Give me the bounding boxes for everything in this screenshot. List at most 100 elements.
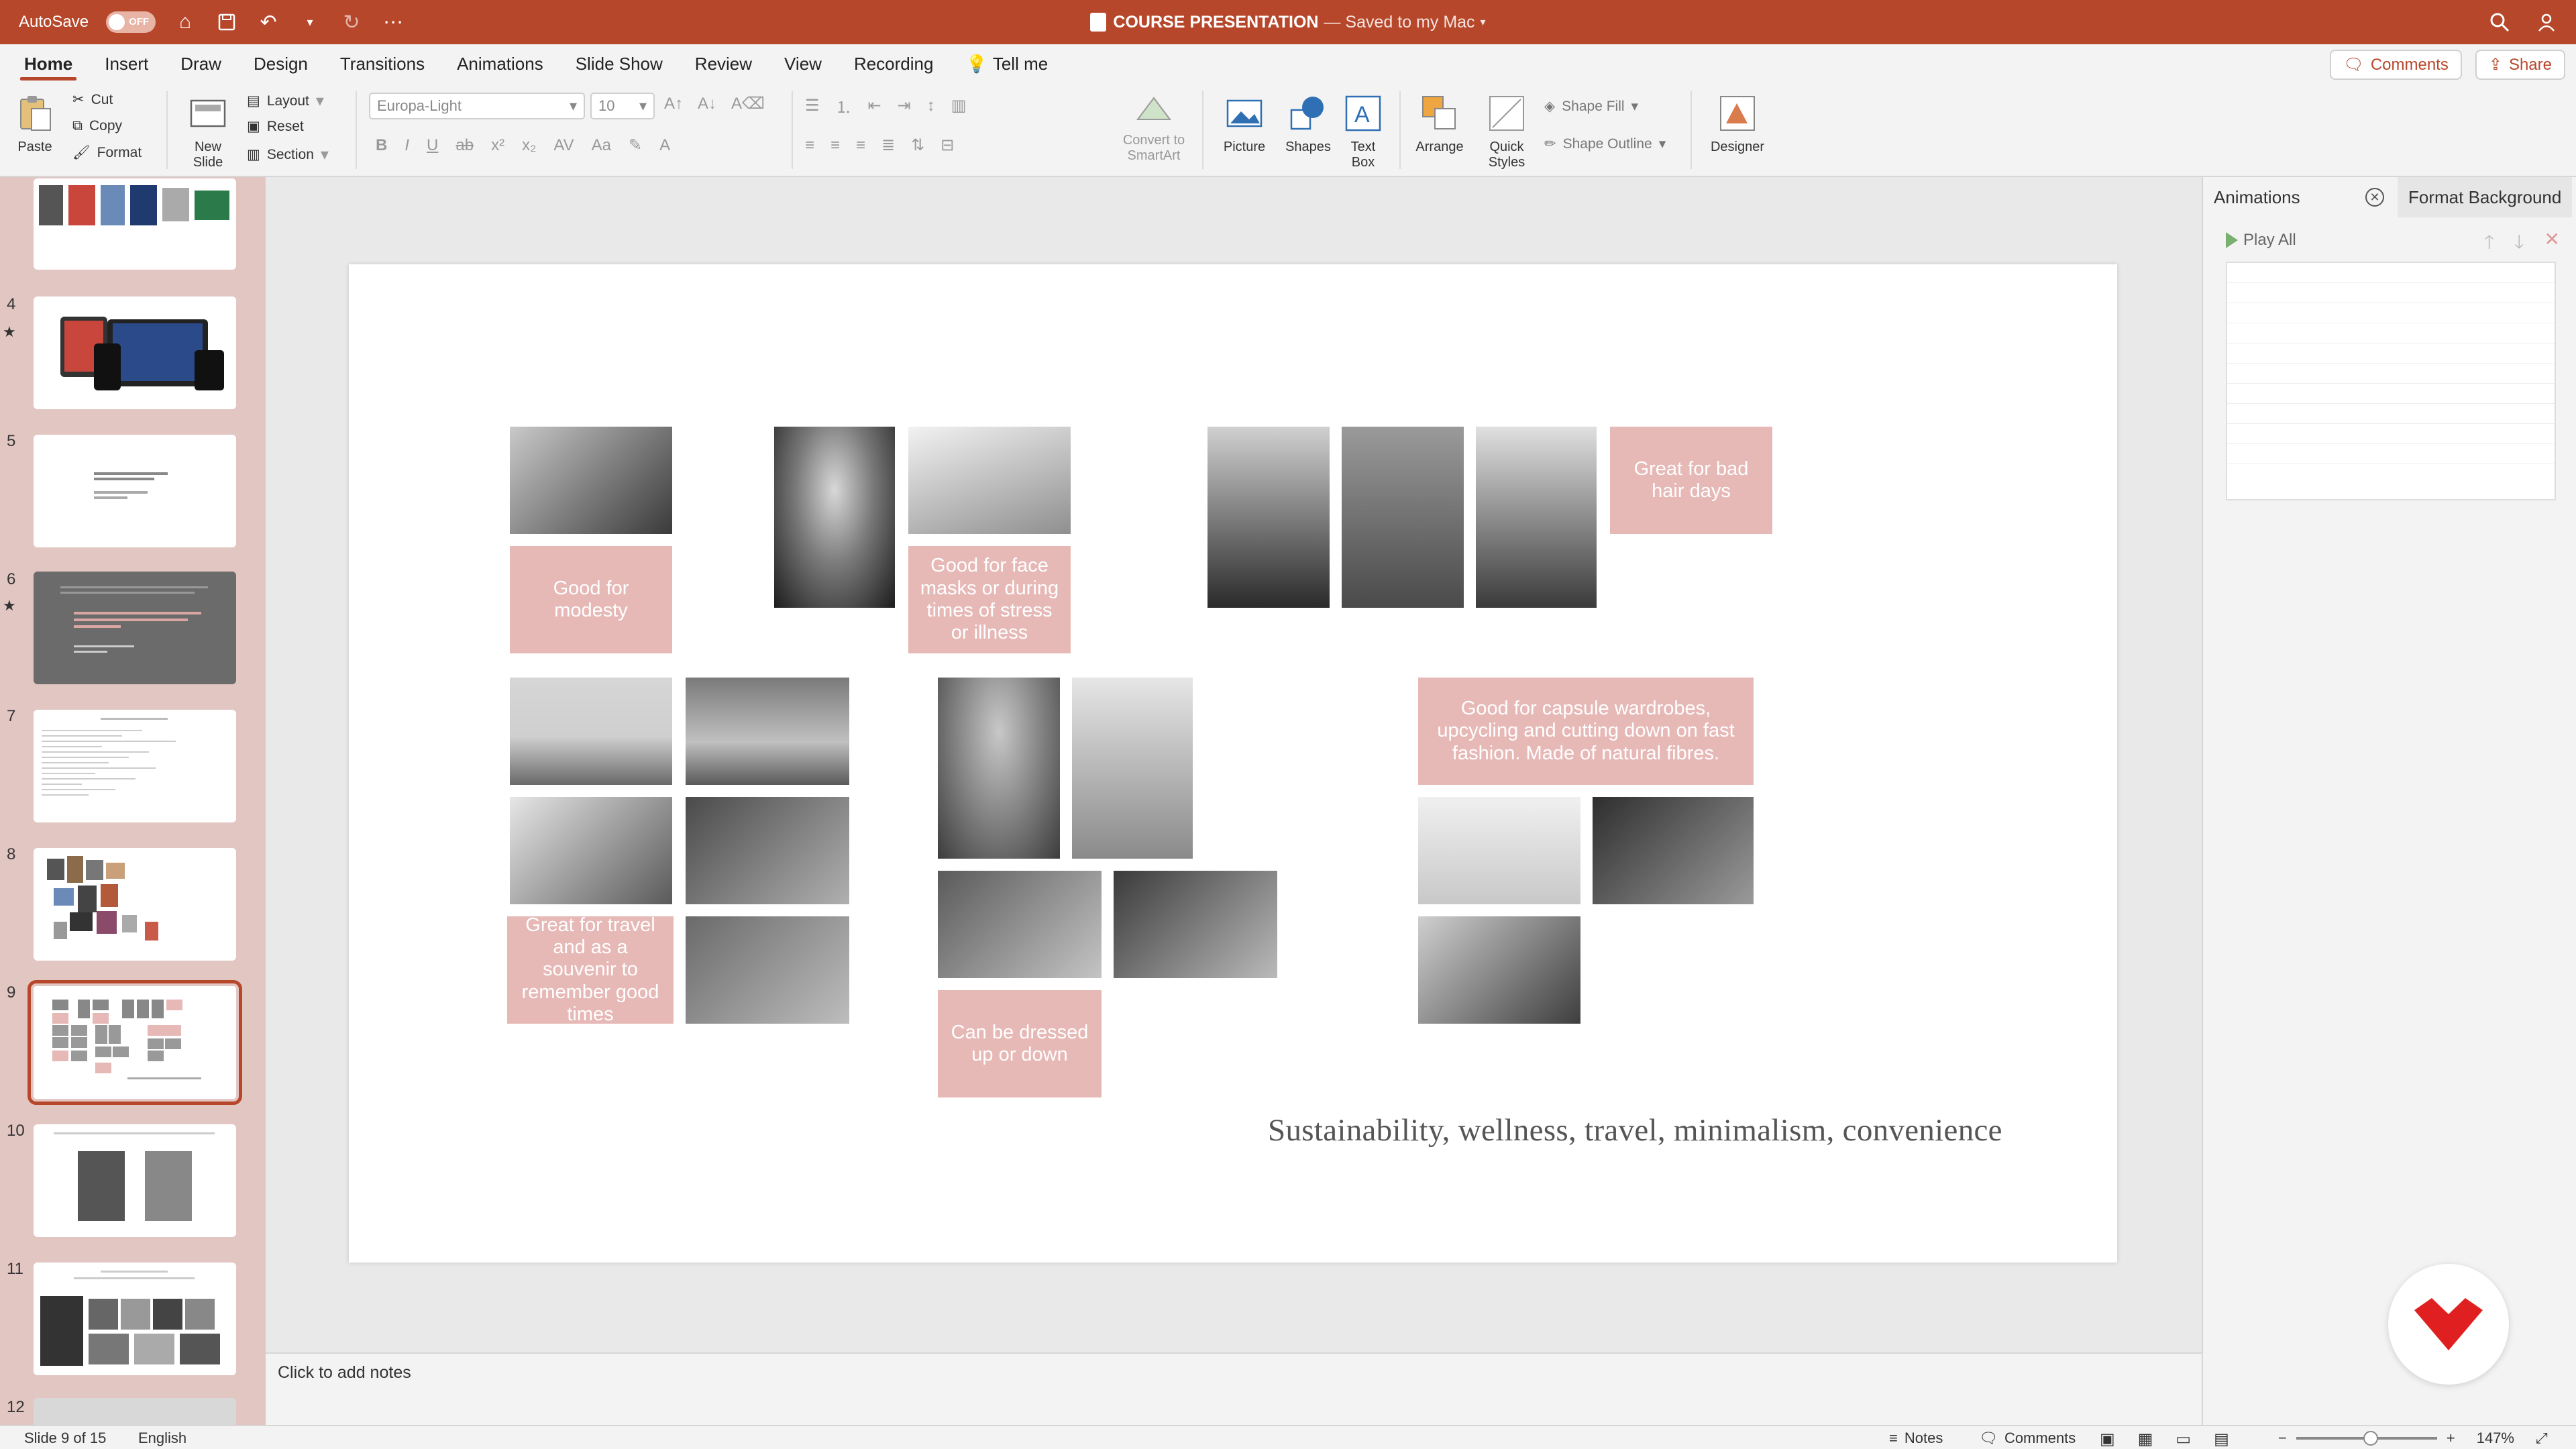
decrease-indent-icon[interactable]: ⇤ <box>868 96 881 115</box>
zoom-level[interactable]: 147% <box>2477 1430 2514 1447</box>
character-spacing-icon[interactable]: AV <box>553 136 574 155</box>
caption-dressed[interactable]: Can be dressed up or down <box>938 990 1102 1097</box>
slide-thumbnail[interactable] <box>34 848 236 961</box>
undo-icon[interactable]: ↶ <box>256 10 280 34</box>
section-button[interactable]: ▥ Section ▾ <box>247 145 329 164</box>
redo-icon[interactable]: ↻ <box>339 10 364 34</box>
layout-button[interactable]: ▤ Layout ▾ <box>247 91 324 111</box>
caption-bad-hair[interactable]: Great for bad hair days <box>1610 427 1772 534</box>
notes-pane[interactable]: Click to add notes <box>266 1352 2202 1425</box>
photo-suitcase[interactable] <box>510 797 672 904</box>
search-icon[interactable] <box>2487 10 2512 34</box>
tab-animations[interactable]: Animations <box>441 44 559 83</box>
tab-review[interactable]: Review <box>679 44 768 83</box>
move-down-icon[interactable]: 🡓 <box>2514 228 2524 260</box>
justify-icon[interactable]: ≣ <box>881 136 895 155</box>
photo-woman-railing[interactable] <box>938 871 1102 978</box>
slide-9[interactable]: Good for modesty Good for face masks or … <box>349 264 2117 1263</box>
cut-button[interactable]: ✂ Cut <box>72 91 113 108</box>
reset-button[interactable]: ▣ Reset <box>247 118 304 135</box>
slide-footer-text[interactable]: Sustainability, wellness, travel, minima… <box>1268 1112 2002 1148</box>
caption-face-masks[interactable]: Good for face masks or during times of s… <box>908 546 1071 653</box>
photo-beach-flag[interactable] <box>510 678 672 785</box>
arrange-button[interactable]: Arrange <box>1409 93 1470 155</box>
change-case-icon[interactable]: Aa <box>592 136 611 155</box>
increase-indent-icon[interactable]: ⇥ <box>898 96 911 115</box>
play-all-button[interactable]: Play All <box>2226 231 2296 250</box>
move-up-icon[interactable]: 🡑 <box>2484 228 2494 260</box>
photo-woman-coat[interactable] <box>938 678 1060 859</box>
language-indicator[interactable]: English <box>138 1430 186 1447</box>
italic-icon[interactable]: I <box>405 136 409 155</box>
designer-button[interactable]: Designer <box>1704 93 1771 155</box>
copy-button[interactable]: ⧉ Copy <box>72 118 122 134</box>
zoom-in-icon[interactable]: + <box>2447 1430 2455 1447</box>
animation-list[interactable] <box>2226 262 2556 500</box>
align-left-icon[interactable]: ≡ <box>805 136 814 155</box>
slide-thumbnail[interactable] <box>34 710 236 822</box>
chevron-down-icon[interactable]: ▾ <box>1481 15 1486 29</box>
photo-market-stall[interactable] <box>686 916 849 1024</box>
zoom-slider-knob[interactable] <box>2363 1431 2378 1446</box>
comments-button[interactable]: 🗨 Comments <box>2330 50 2462 80</box>
slide-thumbnail[interactable] <box>34 178 236 270</box>
align-text-icon[interactable]: ⊟ <box>941 136 954 155</box>
normal-view-icon[interactable]: ▣ <box>2100 1430 2115 1449</box>
bold-icon[interactable]: B <box>376 136 387 155</box>
photo-woman-scarf-face[interactable] <box>774 427 895 608</box>
photo-woman-scooter[interactable] <box>1072 678 1193 859</box>
photo-clothing-store[interactable] <box>1593 797 1754 904</box>
more-icon[interactable]: ⋯ <box>381 10 405 34</box>
fit-to-window-icon[interactable]: ⤢ <box>2536 1430 2548 1447</box>
photo-woman-mask[interactable] <box>908 427 1071 534</box>
slideshow-view-icon[interactable]: ▤ <box>2214 1430 2229 1449</box>
zoom-out-icon[interactable]: − <box>2278 1430 2287 1447</box>
photo-tailor-sewing[interactable] <box>1418 916 1580 1024</box>
align-right-icon[interactable]: ≡ <box>856 136 865 155</box>
home-icon[interactable]: ⌂ <box>173 10 197 34</box>
caption-travel[interactable]: Great for travel and as a souvenir to re… <box>507 914 674 1025</box>
tab-animations-pane[interactable]: Animations <box>2203 177 2357 217</box>
slide-thumbnail[interactable] <box>34 1263 236 1375</box>
convert-smartart-button[interactable]: Convert to SmartArt <box>1114 93 1194 164</box>
shape-outline-button[interactable]: ✏ Shape Outline ▾ <box>1544 136 1666 152</box>
text-direction-icon[interactable]: ⇅ <box>911 136 924 155</box>
caption-capsule[interactable]: Good for capsule wardrobes, upcycling an… <box>1418 678 1754 785</box>
tell-me[interactable]: 💡 Tell me <box>949 44 1064 83</box>
comments-toggle[interactable]: 🗨 Comments <box>1979 1430 2076 1447</box>
tab-insert[interactable]: Insert <box>89 44 164 83</box>
reading-view-icon[interactable]: ▭ <box>2176 1430 2191 1449</box>
align-center-icon[interactable]: ≡ <box>830 136 840 155</box>
font-name-select[interactable]: Europa-Light ▾ <box>369 93 585 119</box>
photo-woman-motorbike[interactable] <box>1476 427 1597 608</box>
tab-format-background[interactable]: Format Background <box>2398 177 2573 217</box>
tab-design[interactable]: Design <box>237 44 324 83</box>
notes-toggle[interactable]: ≡ Notes <box>1889 1430 1943 1447</box>
slide-thumbnail[interactable] <box>34 297 236 409</box>
subscript-icon[interactable]: x₂ <box>522 136 536 155</box>
font-size-select[interactable]: 10 ▾ <box>590 93 655 119</box>
tab-draw[interactable]: Draw <box>164 44 237 83</box>
highlight-icon[interactable]: ✎ <box>629 136 642 155</box>
chevron-down-icon[interactable]: ▾ <box>298 10 322 34</box>
slide-thumbnails-panel[interactable]: 4 ★ 5 6 ★ 7 8 9 10 11 12 <box>0 177 266 1425</box>
picture-button[interactable]: Picture <box>1213 93 1276 155</box>
tab-view[interactable]: View <box>768 44 838 83</box>
delete-icon[interactable]: ✕ <box>2544 228 2560 260</box>
photo-woman-shore[interactable] <box>686 678 849 785</box>
photo-two-women-gate[interactable] <box>686 797 849 904</box>
slide-sorter-icon[interactable]: ▦ <box>2138 1430 2153 1449</box>
columns-icon[interactable]: ▥ <box>951 96 967 115</box>
photo-woman-dress[interactable] <box>1342 427 1464 608</box>
line-spacing-icon[interactable]: ↕ <box>927 97 935 115</box>
paste-button[interactable]: Paste <box>9 93 60 155</box>
text-box-button[interactable]: A Text Box <box>1339 93 1387 170</box>
slide-thumbnail[interactable] <box>34 435 236 547</box>
account-icon[interactable] <box>2536 10 2560 34</box>
photo-hair-scarf[interactable] <box>1208 427 1330 608</box>
floating-logo-button[interactable] <box>2388 1264 2509 1385</box>
share-button[interactable]: ⇪ Share <box>2475 50 2565 80</box>
decrease-font-icon[interactable]: A↓ <box>698 95 716 113</box>
close-icon[interactable]: ✕ <box>2365 188 2384 207</box>
shapes-button[interactable]: Shapes <box>1279 93 1338 155</box>
